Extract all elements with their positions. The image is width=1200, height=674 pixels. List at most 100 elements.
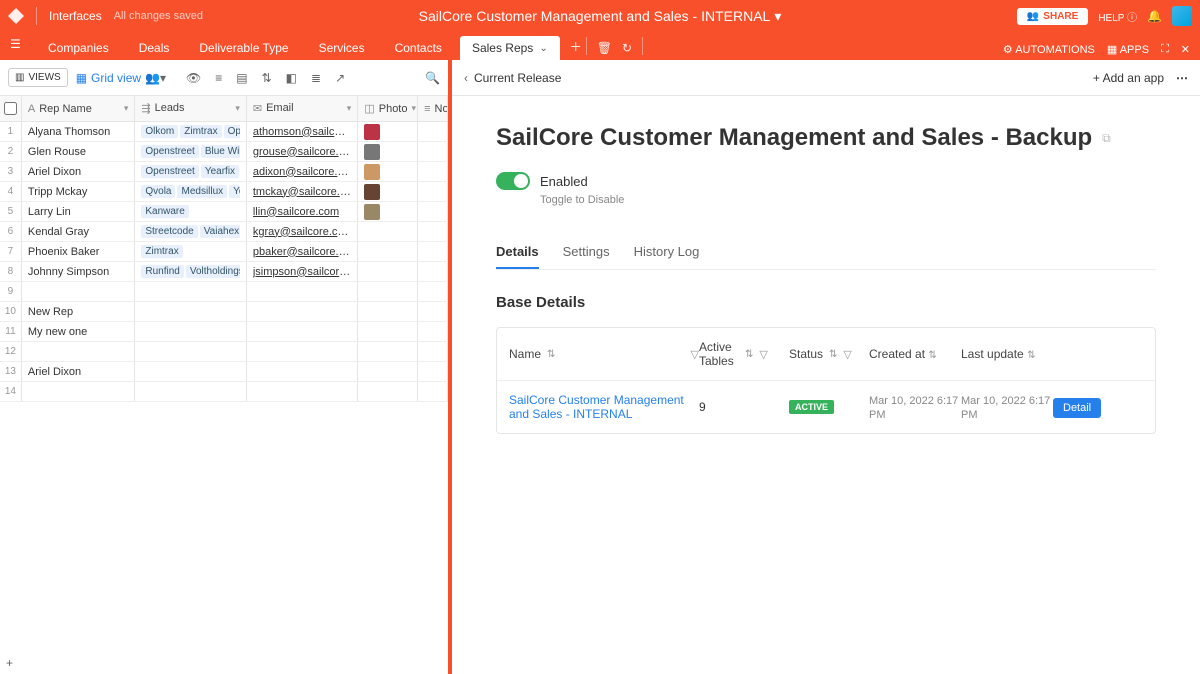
cell-photo[interactable] [358, 262, 418, 281]
email-link[interactable]: adixon@sailcore.com [253, 166, 351, 178]
cell-notes[interactable] [418, 162, 448, 181]
cell-name[interactable]: Larry Lin [22, 202, 135, 221]
cell-photo[interactable] [358, 202, 418, 221]
lead-tag[interactable]: Yearfix [201, 165, 239, 178]
filter-icon[interactable]: ≡ [215, 71, 222, 85]
share-button[interactable]: 👥 SHARE [1017, 8, 1088, 25]
tab-details[interactable]: Details [496, 236, 539, 269]
table-row[interactable]: 7Phoenix BakerZimtraxpbaker@sailcore.com [0, 242, 448, 262]
cell-photo[interactable] [358, 162, 418, 181]
cell-name[interactable]: My new one [22, 322, 135, 341]
cell-email[interactable] [247, 322, 358, 341]
email-link[interactable]: tmckay@sailcore.com [253, 186, 351, 198]
detail-button[interactable]: Detail [1053, 398, 1101, 418]
sort-icon[interactable]: ⇅ [262, 71, 272, 85]
cell-name[interactable]: Kendal Gray [22, 222, 135, 241]
cell-email[interactable]: kgray@sailcore.com [247, 222, 358, 241]
search-icon[interactable]: 🔍 [425, 71, 440, 85]
share-view-icon[interactable]: ↗ [335, 71, 345, 85]
sort-icon[interactable]: ⇅ [547, 349, 555, 360]
tab-settings[interactable]: Settings [563, 236, 610, 269]
cell-name[interactable]: Tripp Mckay [22, 182, 135, 201]
lead-tag[interactable]: Olkom [141, 125, 178, 138]
cell-notes[interactable] [418, 242, 448, 261]
cell-notes[interactable] [418, 202, 448, 221]
cell-leads[interactable]: OpenstreetYearfixStrongz [135, 162, 246, 181]
table-row[interactable]: 2Glen RouseOpenstreetBlue Willow Indugro… [0, 142, 448, 162]
table-row[interactable]: 14 [0, 382, 448, 402]
email-link[interactable]: llin@sailcore.com [253, 206, 339, 218]
gridview-selector[interactable]: ▦ Grid view 👥▾ [76, 71, 166, 85]
column-rep-name[interactable]: ARep Name▾ [22, 96, 135, 121]
cell-email[interactable] [247, 302, 358, 321]
bell-icon[interactable]: 🔔 [1147, 9, 1162, 23]
tab-companies[interactable]: Companies [36, 36, 121, 60]
cell-notes[interactable] [418, 122, 448, 141]
cell-notes[interactable] [418, 382, 448, 401]
cell-email[interactable] [247, 282, 358, 301]
column-email[interactable]: ✉Email▾ [247, 96, 358, 121]
app-logo[interactable] [8, 8, 24, 24]
cell-leads[interactable]: Kanware [135, 202, 246, 221]
cell-photo[interactable] [358, 222, 418, 241]
cell-name[interactable]: Glen Rouse [22, 142, 135, 161]
lead-tag[interactable]: Medsillux [177, 185, 227, 198]
add-tab-button[interactable]: ＋ [570, 38, 582, 55]
group-icon[interactable]: ▤ [236, 71, 247, 85]
table-row[interactable]: 11My new one [0, 322, 448, 342]
lead-tag[interactable]: Vaiahex [200, 225, 240, 238]
filter-icon[interactable]: ▽ [843, 348, 851, 361]
cell-notes[interactable] [418, 302, 448, 321]
select-all-checkbox[interactable] [4, 102, 17, 115]
table-row[interactable]: 12 [0, 342, 448, 362]
base-title[interactable]: SailCore Customer Management and Sales -… [419, 8, 782, 25]
cell-leads[interactable] [135, 362, 246, 381]
lead-tag[interactable]: Yearfix [229, 185, 240, 198]
cell-photo[interactable] [358, 362, 418, 381]
cell-photo[interactable] [358, 282, 418, 301]
row-height-icon[interactable]: ≣ [311, 71, 321, 85]
lead-tag[interactable]: Zimtrax [141, 245, 182, 258]
cell-notes[interactable] [418, 322, 448, 341]
column-photo[interactable]: ◫Photo▾ [358, 96, 418, 121]
tab-contacts[interactable]: Contacts [383, 36, 454, 60]
help-link[interactable]: HELP ⓘ [1098, 9, 1137, 24]
views-button[interactable]: ▥ VIEWS [8, 68, 68, 87]
cell-email[interactable]: athomson@sailcore.com [247, 122, 358, 141]
lead-tag[interactable]: Openstreet [141, 145, 198, 158]
tab-history[interactable]: History Log [634, 236, 700, 269]
enabled-toggle[interactable] [496, 172, 530, 190]
lead-tag[interactable]: Openstreet [141, 165, 198, 178]
cell-email[interactable]: llin@sailcore.com [247, 202, 358, 221]
apps-button[interactable]: ▦ APPS [1107, 43, 1149, 56]
cell-leads[interactable] [135, 382, 246, 401]
cell-leads[interactable]: Zimtrax [135, 242, 246, 261]
interfaces-link[interactable]: Interfaces [49, 9, 102, 23]
cell-photo[interactable] [358, 302, 418, 321]
filter-icon[interactable]: ▽ [691, 348, 699, 361]
email-link[interactable]: pbaker@sailcore.com [253, 246, 351, 258]
cell-notes[interactable] [418, 342, 448, 361]
email-link[interactable]: grouse@sailcore.com [253, 146, 351, 158]
cell-name[interactable] [22, 342, 135, 361]
cell-notes[interactable] [418, 182, 448, 201]
cell-notes[interactable] [418, 262, 448, 281]
close-icon[interactable]: ✕ [1181, 43, 1190, 56]
lead-tag[interactable]: Runfind [141, 265, 183, 278]
external-link-icon[interactable]: ⧉ [1102, 131, 1111, 146]
cell-leads[interactable]: RunfindVoltholdings [135, 262, 246, 281]
cell-email[interactable] [247, 342, 358, 361]
table-row[interactable]: 4Tripp MckayQvolaMedsilluxYearfixOtmckay… [0, 182, 448, 202]
cell-notes[interactable] [418, 142, 448, 161]
cell-notes[interactable] [418, 282, 448, 301]
column-notes[interactable]: ≡No [418, 96, 448, 121]
cell-email[interactable] [247, 362, 358, 381]
lead-tag[interactable]: Openstreet [224, 125, 240, 138]
table-row[interactable]: 1Alyana ThomsonOlkomZimtraxOpenstreetath… [0, 122, 448, 142]
table-row[interactable]: 5Larry LinKanwarellin@sailcore.com [0, 202, 448, 222]
cell-photo[interactable] [358, 122, 418, 141]
cell-name[interactable]: New Rep [22, 302, 135, 321]
cell-name[interactable]: Johnny Simpson [22, 262, 135, 281]
cell-email[interactable]: jsimpson@sailcore.com [247, 262, 358, 281]
table-row[interactable]: 10New Rep [0, 302, 448, 322]
